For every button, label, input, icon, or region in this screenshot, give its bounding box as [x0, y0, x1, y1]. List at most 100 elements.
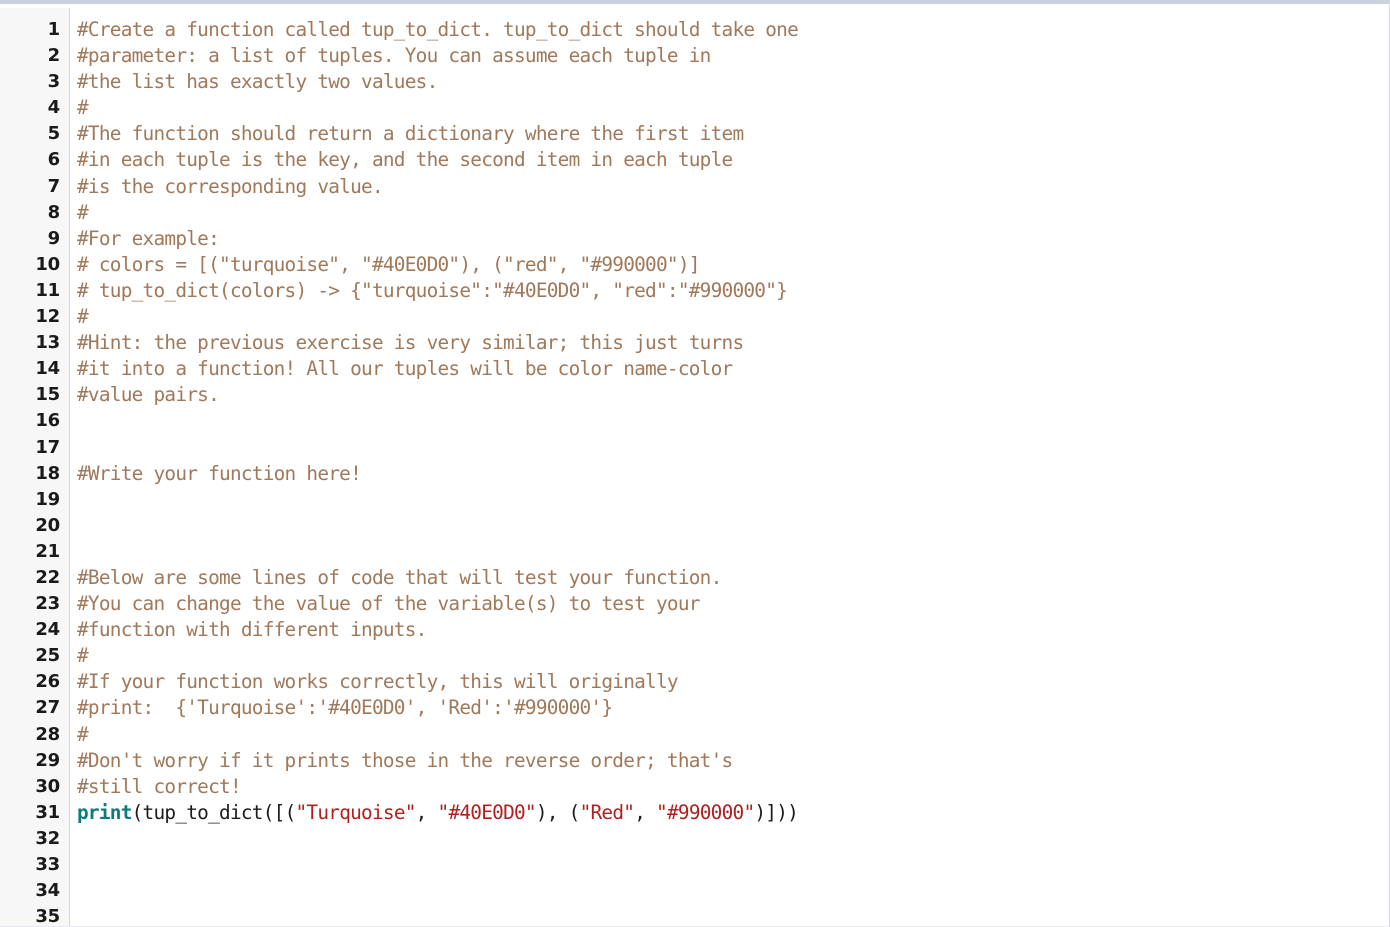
code-line[interactable]: #Hint: the previous exercise is very sim…	[77, 330, 1389, 356]
code-token-comment: #print: {'Turquoise':'#40E0D0', 'Red':'#…	[77, 696, 613, 720]
code-token-comment: #the list has exactly two values.	[77, 70, 438, 94]
line-number: 11	[35, 279, 60, 301]
line-number: 28	[35, 723, 60, 745]
code-token-keyword: print	[77, 800, 132, 824]
code-line[interactable]: #For example:	[77, 226, 1389, 252]
code-token-comment: # colors = [("turquoise", "#40E0D0"), ("…	[77, 252, 700, 276]
code-line[interactable]: # tup_to_dict(colors) -> {"turquoise":"#…	[77, 278, 1389, 304]
line-number: 29	[35, 749, 60, 771]
code-line[interactable]: #Create a function called tup_to_dict. t…	[77, 17, 1389, 43]
code-token-comment: #still correct!	[77, 774, 242, 798]
line-number: 21	[35, 540, 60, 562]
line-number: 20	[35, 514, 60, 536]
line-number: 30	[35, 775, 60, 797]
code-token-comment: #	[77, 722, 89, 746]
code-line[interactable]: #If your function works correctly, this …	[77, 669, 1389, 695]
code-line[interactable]: #You can change the value of the variabl…	[77, 591, 1389, 617]
line-number: 2	[47, 45, 61, 67]
code-lines-container[interactable]: #Create a function called tup_to_dict. t…	[70, 8, 1389, 926]
code-line[interactable]: ​	[77, 904, 1389, 926]
code-token-string: "Red"	[579, 800, 635, 824]
code-token-comment: #parameter: a list of tuples. You can as…	[77, 44, 711, 68]
code-token-string: "#40E0D0"	[437, 800, 537, 824]
code-line[interactable]: ​	[77, 826, 1389, 852]
code-line[interactable]: # colors = [("turquoise", "#40E0D0"), ("…	[77, 252, 1389, 278]
code-token-comment: #Don't worry if it prints those in the r…	[77, 748, 733, 772]
line-number: 17	[35, 436, 60, 458]
code-token-string: "Turquoise"	[295, 800, 417, 824]
code-token-comment: #	[77, 96, 89, 120]
line-number: 12	[35, 306, 60, 328]
code-line[interactable]: #Write your function here!	[77, 461, 1389, 487]
code-line[interactable]: ​	[77, 539, 1389, 565]
code-line[interactable]: #function with different inputs.	[77, 617, 1389, 643]
code-token-comment: #value pairs.	[77, 383, 220, 407]
code-token-comment: #For example:	[77, 226, 220, 250]
code-token-plain: ), (	[535, 800, 580, 824]
line-number: 6	[47, 149, 61, 171]
line-number: 22	[35, 566, 60, 588]
line-number: 18	[35, 462, 60, 484]
line-number: 27	[35, 697, 60, 719]
line-number: 35	[35, 906, 60, 927]
code-token-comment: #	[77, 644, 89, 668]
code-line[interactable]: #the list has exactly two values.	[77, 69, 1389, 95]
code-line[interactable]: #value pairs.	[77, 382, 1389, 408]
code-line[interactable]: #still correct!	[77, 774, 1389, 800]
code-line[interactable]: #	[77, 722, 1389, 748]
line-number: 5	[47, 123, 61, 145]
line-number: 10	[35, 253, 60, 275]
code-line[interactable]: ​	[77, 878, 1389, 904]
code-token-comment: # tup_to_dict(colors) -> {"turquoise":"#…	[77, 278, 788, 302]
code-line[interactable]: #parameter: a list of tuples. You can as…	[77, 43, 1389, 69]
code-token-string: "#990000"	[656, 800, 755, 824]
code-editor[interactable]: 1 2 3 4 5 6 7 8 9 10 11 12 13 14 15 16 17 18 19 20 21 22 23 24 2…	[0, 0, 1390, 927]
code-line[interactable]: ​	[77, 435, 1389, 461]
code-line[interactable]: #Below are some lines of code that will …	[77, 565, 1389, 591]
code-line[interactable]: ​	[77, 487, 1389, 513]
code-token-comment: #Hint: the previous exercise is very sim…	[77, 331, 744, 355]
line-number: 3	[47, 71, 61, 93]
line-number: 24	[35, 619, 60, 641]
line-number: 31	[35, 801, 60, 823]
code-line[interactable]: #	[77, 304, 1389, 330]
code-editor-viewport[interactable]: 1 2 3 4 5 6 7 8 9 10 11 12 13 14 15 16 17 18 19 20 21 22 23 24 2…	[0, 8, 1389, 926]
code-token-comment: #is the corresponding value.	[77, 174, 384, 198]
code-token-plain: ,	[634, 800, 657, 824]
line-number-gutter: 1 2 3 4 5 6 7 8 9 10 11 12 13 14 15 16 17 18 19 20 21 22 23 24 2…	[0, 8, 70, 927]
code-line[interactable]: ​	[77, 408, 1389, 434]
code-token-plain: )]))	[754, 800, 799, 824]
code-token-comment: #	[77, 305, 89, 329]
code-token-comment: #If your function works correctly, this …	[77, 670, 679, 694]
code-token-comment: #in each tuple is the key, and the secon…	[77, 148, 733, 172]
line-number: 7	[47, 175, 61, 197]
line-number: 13	[35, 332, 60, 354]
code-token-comment: #Create a function called tup_to_dict. t…	[77, 18, 799, 41]
line-number: 16	[35, 410, 60, 432]
code-line[interactable]: #in each tuple is the key, and the secon…	[77, 147, 1389, 173]
code-line[interactable]: #print: {'Turquoise':'#40E0D0', 'Red':'#…	[77, 695, 1389, 721]
code-line[interactable]: #Don't worry if it prints those in the r…	[77, 748, 1389, 774]
line-number: 15	[35, 384, 60, 406]
code-token-comment: #Below are some lines of code that will …	[77, 565, 722, 589]
code-line[interactable]: #	[77, 200, 1389, 226]
line-number: 8	[47, 201, 61, 223]
code-line[interactable]: #	[77, 643, 1389, 669]
line-number: 33	[35, 854, 60, 875]
code-line[interactable]: #The function should return a dictionary…	[77, 121, 1389, 147]
code-token-comment: #function with different inputs.	[77, 618, 427, 642]
line-number: 26	[35, 671, 60, 693]
line-number: 9	[47, 227, 61, 249]
code-line[interactable]: print(tup_to_dict([("Turquoise", "#40E0D…	[77, 800, 1389, 826]
code-token-comment: #The function should return a dictionary…	[77, 122, 744, 146]
line-number: 23	[35, 593, 60, 615]
code-line[interactable]: ​	[77, 852, 1389, 878]
code-token-plain: ,	[415, 800, 438, 824]
line-number: 25	[35, 645, 60, 667]
code-line[interactable]: #	[77, 95, 1389, 121]
code-line[interactable]: ​	[77, 513, 1389, 539]
code-line[interactable]: #it into a function! All our tuples will…	[77, 356, 1389, 382]
line-number: 4	[47, 97, 61, 119]
code-line[interactable]: #is the corresponding value.	[77, 174, 1389, 200]
line-number: 19	[35, 488, 60, 510]
